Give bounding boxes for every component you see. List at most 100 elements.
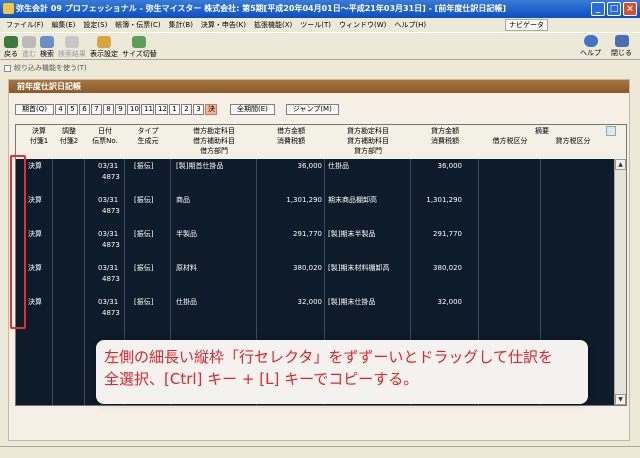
header-credit-tax[interactable]: 消費税額 bbox=[412, 136, 478, 146]
app-window: 弥生会計 09 プロフェッショナル - 弥生マイスター 株式会社: 第5期[平成… bbox=[0, 0, 640, 458]
menu-settings[interactable]: 設定(S) bbox=[79, 20, 111, 30]
header-debit-account[interactable]: 借方勘定科目 bbox=[172, 126, 256, 136]
period-first-button[interactable]: 期首(Q) bbox=[15, 104, 54, 115]
header-type[interactable]: タイプ bbox=[126, 126, 170, 136]
display-settings-button[interactable]: 表示設定 bbox=[90, 36, 118, 59]
period-month-button[interactable]: 10 bbox=[126, 104, 140, 115]
cell-date: 03/31 bbox=[98, 264, 119, 272]
header-origin[interactable]: 生成元 bbox=[126, 136, 170, 146]
table-row[interactable]: 決算 03/31 4873 [振伝] 仕掛品 32,000 [製]期末仕掛品 3… bbox=[16, 297, 614, 331]
period-month-button[interactable]: 3 bbox=[192, 104, 204, 115]
scroll-up-icon[interactable]: ▲ bbox=[615, 159, 626, 170]
table-row[interactable]: 決算 03/31 4873 [振伝] 商品 1,301,290 期末商品棚卸高 … bbox=[16, 195, 614, 229]
navigator-button[interactable]: ナビゲータ bbox=[505, 19, 548, 31]
cell-debit-account: 仕掛品 bbox=[176, 298, 197, 306]
table-row[interactable]: 決算 03/31 4873 [振伝] 半製品 291,770 [製]期末半製品 … bbox=[16, 229, 614, 263]
cell-debit-account: 半製品 bbox=[176, 230, 197, 238]
cell-debit-amount: 32,000 bbox=[297, 298, 323, 306]
cell-debit-account: 商品 bbox=[176, 196, 190, 204]
filter-checkbox[interactable] bbox=[4, 64, 11, 72]
period-month-button[interactable]: 2 bbox=[180, 104, 192, 115]
minimize-button[interactable]: _ bbox=[591, 2, 605, 16]
back-arrow-icon bbox=[4, 36, 18, 48]
search-button[interactable]: 検索 bbox=[40, 36, 54, 59]
cell-credit-account: [製]期末仕掛品 bbox=[328, 298, 376, 306]
size-switch-button[interactable]: サイズ切替 bbox=[122, 36, 157, 59]
cell-kessan: 決算 bbox=[28, 230, 42, 238]
menu-window[interactable]: ウィンドウ(W) bbox=[335, 20, 390, 30]
window-title: 弥生会計 09 プロフェッショナル - 弥生マイスター 株式会社: 第5期[平成… bbox=[16, 4, 506, 13]
header-debit-amount[interactable]: 借方金額 bbox=[258, 126, 324, 136]
cell-credit-account: 仕掛品 bbox=[328, 162, 349, 170]
header-debit-tax-class[interactable]: 借方税区分 bbox=[480, 136, 540, 146]
menu-books[interactable]: 帳簿・伝票(C) bbox=[111, 20, 164, 30]
period-month-button[interactable]: 6 bbox=[78, 104, 90, 115]
header-adjust[interactable]: 調整 bbox=[54, 126, 84, 136]
menu-closing[interactable]: 決算・申告(K) bbox=[197, 20, 250, 30]
cell-debit-account: 原材料 bbox=[176, 264, 197, 272]
header-debit-sub[interactable]: 借方補助科目 bbox=[172, 136, 256, 146]
menu-file[interactable]: ファイル(F) bbox=[2, 20, 48, 30]
app-icon bbox=[3, 3, 14, 14]
window-controls: _ □ × bbox=[591, 2, 637, 16]
table-row[interactable]: 決算 03/31 4873 [振伝] 原材料 380,020 [製]期末材料棚卸… bbox=[16, 263, 614, 297]
cell-credit-account: [製]期末材料棚卸高 bbox=[328, 264, 390, 272]
cell-type: [振伝] bbox=[134, 230, 154, 238]
header-tag1[interactable]: 付箋1 bbox=[26, 136, 52, 146]
period-month-button[interactable]: 12 bbox=[154, 104, 168, 115]
maximize-button[interactable]: □ bbox=[607, 2, 621, 16]
period-month-button[interactable]: 1 bbox=[168, 104, 180, 115]
menu-help[interactable]: ヘルプ(H) bbox=[390, 20, 430, 30]
header-debit-tax[interactable]: 消費税額 bbox=[258, 136, 324, 146]
header-date[interactable]: 日付 bbox=[86, 126, 124, 136]
search-result-button[interactable]: 検索結果 bbox=[58, 36, 86, 59]
menu-extensions[interactable]: 拡張機能(X) bbox=[250, 20, 296, 30]
cell-date: 03/31 bbox=[98, 230, 119, 238]
status-bar bbox=[0, 446, 640, 458]
cell-debit-account: [製]期首仕掛品 bbox=[176, 162, 224, 170]
cell-kessan: 決算 bbox=[28, 298, 42, 306]
row-selector-highlight[interactable] bbox=[10, 155, 26, 329]
next-arrow-icon bbox=[22, 36, 36, 48]
period-month-button[interactable]: 5 bbox=[66, 104, 78, 115]
back-button[interactable]: 戻る bbox=[4, 36, 18, 59]
jump-button[interactable]: ジャンプ(M) bbox=[285, 104, 339, 115]
filter-label: 絞り込み機能を使う(T) bbox=[14, 64, 87, 72]
header-kessan[interactable]: 決算 bbox=[26, 126, 52, 136]
header-credit-sub[interactable]: 貸方補助科目 bbox=[326, 136, 410, 146]
close-button[interactable]: 閉じる bbox=[611, 35, 632, 58]
period-month-button[interactable]: 9 bbox=[114, 104, 126, 115]
period-month-button[interactable]: 4 bbox=[54, 104, 66, 115]
period-month-button[interactable]: 8 bbox=[102, 104, 114, 115]
next-button[interactable]: 進む bbox=[22, 36, 36, 59]
period-month-button[interactable]: 7 bbox=[90, 104, 102, 115]
close-window-button[interactable]: × bbox=[623, 2, 637, 16]
menu-tools[interactable]: ツール(T) bbox=[296, 20, 335, 30]
header-tag2[interactable]: 付箋2 bbox=[54, 136, 84, 146]
help-button[interactable]: ヘルプ bbox=[580, 35, 601, 58]
header-credit-dept[interactable]: 貸方部門 bbox=[326, 146, 410, 156]
cell-slip-no: 4873 bbox=[102, 173, 120, 181]
header-slip-no[interactable]: 伝票No. bbox=[86, 136, 124, 146]
cell-debit-amount: 1,301,290 bbox=[286, 196, 322, 204]
table-row[interactable]: 決算 03/31 4873 [振伝] [製]期首仕掛品 36,000 仕掛品 3… bbox=[16, 161, 614, 195]
scroll-down-icon[interactable]: ▼ bbox=[615, 394, 626, 405]
filter-toggle[interactable]: 絞り込み機能を使う(T) bbox=[0, 61, 640, 75]
cell-debit-amount: 291,770 bbox=[293, 230, 322, 238]
memo-icon[interactable] bbox=[606, 126, 616, 136]
menu-totals[interactable]: 集計(B) bbox=[165, 20, 197, 30]
period-closing-button[interactable]: 決 bbox=[204, 104, 217, 115]
header-credit-amount[interactable]: 貸方金額 bbox=[412, 126, 478, 136]
search-icon bbox=[40, 36, 54, 48]
header-memo[interactable]: 摘要 bbox=[480, 126, 604, 136]
header-credit-tax-class[interactable]: 貸方税区分 bbox=[542, 136, 604, 146]
menu-edit[interactable]: 編集(E) bbox=[48, 20, 80, 30]
period-month-button[interactable]: 11 bbox=[140, 104, 154, 115]
header-credit-account[interactable]: 貸方勘定科目 bbox=[326, 126, 410, 136]
callout-line-1: 左側の細長い縦枠「行セレクタ」をずずーいとドラッグして仕訳を bbox=[104, 348, 553, 366]
cell-credit-amount: 291,770 bbox=[433, 230, 462, 238]
cell-type: [振伝] bbox=[134, 196, 154, 204]
all-period-button[interactable]: 全期間(E) bbox=[229, 104, 275, 115]
grid-scrollbar[interactable]: ▲ ▼ bbox=[614, 159, 626, 405]
header-debit-dept[interactable]: 借方部門 bbox=[172, 146, 256, 156]
